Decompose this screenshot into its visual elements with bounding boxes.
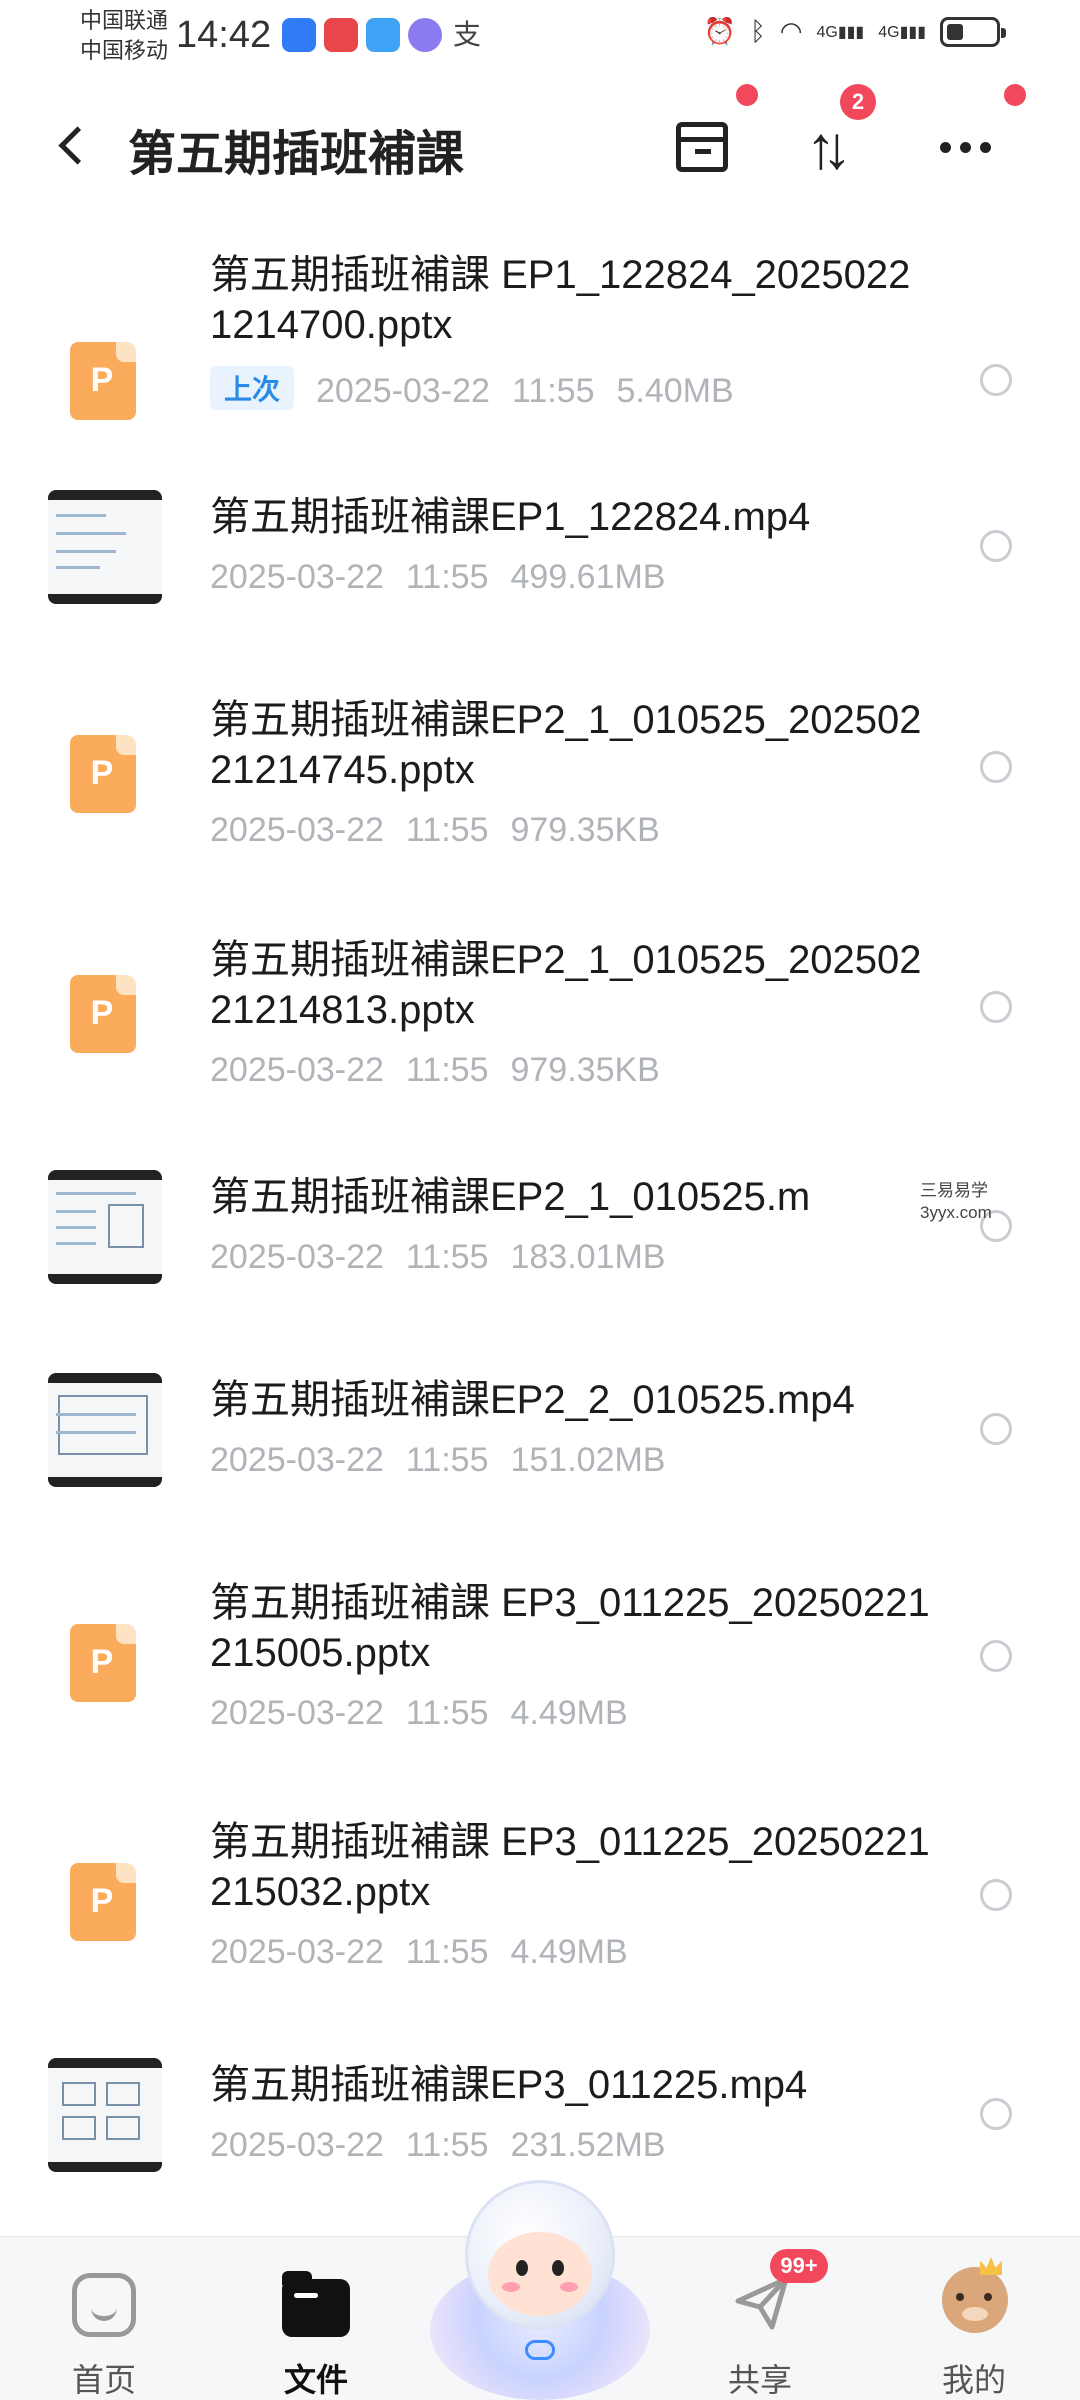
signal-2-icon: 4G▮▮▮ <box>878 23 926 41</box>
file-row[interactable]: P 第五期插班補課EP2_1_010525_20250221214745.ppt… <box>0 695 1080 895</box>
nav-share-label: 共享 <box>727 2362 792 2398</box>
file-name: 第五期插班補課 EP3_011225_20250221215005.pptx <box>210 1581 930 1675</box>
select-radio[interactable] <box>980 2098 1012 2130</box>
file-name: 第五期插班補課EP2_2_010525.mp4 <box>210 1378 855 1422</box>
select-radio[interactable] <box>980 991 1012 1023</box>
share-badge: 99+ <box>770 2249 828 2283</box>
video-thumbnail <box>48 1170 162 1284</box>
back-button[interactable] <box>50 120 100 170</box>
app-header: 第五期插班補課 ↑↓ 2 <box>0 84 1080 200</box>
video-thumbnail <box>48 1373 162 1487</box>
file-row[interactable]: P 第五期插班補課 EP3_011225_20250221215005.pptx… <box>0 1578 1080 1778</box>
select-radio[interactable] <box>980 1413 1012 1445</box>
signal-1-icon: 4G▮▮▮ <box>816 23 865 41</box>
sort-icon: ↑↓ <box>806 114 852 181</box>
pptx-file-icon: P <box>70 1863 136 1941</box>
nav-home-label: 首页 <box>71 2362 136 2398</box>
file-name: 第五期插班補課 EP1_122824_20250221214700.pptx <box>210 253 911 347</box>
file-name: 第五期插班補課EP2_1_010525_20250221214745.pptx <box>210 698 922 792</box>
select-radio[interactable] <box>980 364 1012 396</box>
file-meta: 2025-03-22 11:55 4.49MB <box>210 1694 628 1732</box>
more-button[interactable] <box>930 112 1000 182</box>
status-clock: 14:42 <box>176 14 272 56</box>
archive-button[interactable] <box>668 112 738 182</box>
more-icon <box>930 112 1000 182</box>
nav-files-label: 文件 <box>283 2362 348 2398</box>
carrier-1: 中国联通 <box>80 8 169 33</box>
nav-home[interactable]: 首页 <box>34 2255 174 2398</box>
battery-icon <box>940 16 1006 47</box>
file-row[interactable]: 第五期插班補課EP2_1_010525.m 2025-03-22 11:55 183… <box>0 1170 1080 1320</box>
alipay-notification-icon: 支 <box>452 19 481 50</box>
mascot-face <box>488 2232 592 2316</box>
file-meta: 2025-03-22 11:55 183.01MB <box>210 1238 666 1276</box>
nav-mine[interactable]: 我的 <box>904 2255 1044 2398</box>
cloud-logo-icon <box>525 2340 555 2360</box>
carrier-names: 中国联通 中国移动 <box>80 6 168 66</box>
file-name: 第五期插班補課 EP3_011225_20250221215032.pptx <box>210 1820 930 1914</box>
file-row[interactable]: P 第五期插班補課 EP3_011225_20250221215032.pptx… <box>0 1817 1080 2017</box>
file-meta: 2025-03-22 11:55 979.35KB <box>210 1051 660 1089</box>
file-meta: 2025-03-22 11:55 979.35KB <box>210 811 660 849</box>
pptx-file-icon: P <box>70 342 136 420</box>
nav-mine-label: 我的 <box>941 2362 1006 2398</box>
archive-notify-dot <box>736 84 758 106</box>
file-meta: 2025-03-22 11:55 499.61MB <box>210 558 666 596</box>
pptx-file-icon: P <box>70 975 136 1053</box>
home-icon <box>72 2273 136 2337</box>
nav-files[interactable]: 文件 <box>246 2255 386 2398</box>
video-thumbnail <box>48 490 162 604</box>
file-meta: 2025-03-22 11:55 231.52MB <box>210 2126 666 2164</box>
video-thumbnail <box>48 2058 162 2172</box>
file-name: 第五期插班補課EP3_011225.mp4 <box>210 2063 808 2107</box>
app-notification-icon <box>282 18 316 52</box>
alarm-icon: ⏰ <box>703 16 737 46</box>
file-row[interactable]: 第五期插班補課EP1_122824.mp4 2025-03-22 11:55 499… <box>0 490 1080 640</box>
wifi-icon: ◠ <box>779 16 803 46</box>
file-row[interactable]: P 第五期插班補課 EP1_122824_20250221214700.pptx… <box>0 250 1080 450</box>
last-opened-badge: 上次 <box>210 366 295 410</box>
file-name: 第五期插班補課EP2_1_010525_20250221214813.pptx <box>210 938 922 1032</box>
file-name: 第五期插班補課EP2_1_010525.m <box>210 1175 811 1219</box>
huawei-notification-icon <box>324 18 358 52</box>
archive-icon <box>676 122 728 172</box>
select-radio[interactable] <box>980 1640 1012 1672</box>
file-meta: 2025-03-22 11:55 151.02MB <box>210 1441 666 1479</box>
more-notify-dot <box>1004 84 1026 106</box>
page-title: 第五期插班補課 <box>128 128 465 181</box>
sort-badge: 2 <box>840 84 876 120</box>
file-meta: 2025-03-22 11:55 4.49MB <box>210 1933 628 1971</box>
bluetooth-icon: ᛒ <box>750 16 766 46</box>
sort-button[interactable]: ↑↓ <box>796 112 866 182</box>
file-row[interactable]: P 第五期插班補課EP2_1_010525_20250221214813.ppt… <box>0 935 1080 1135</box>
status-bar: 中国联通 中国移动 14:42 支 ⏰ ᛒ ◠ 4G▮▮▮ 4G▮▮▮ <box>0 0 1080 80</box>
pptx-file-icon: P <box>70 735 136 813</box>
select-radio[interactable] <box>980 530 1012 562</box>
nav-share[interactable]: 99+ 共享 <box>690 2249 830 2398</box>
avatar <box>942 2267 1008 2333</box>
site-watermark: 三易易学 3yyx.com <box>920 1181 992 1222</box>
file-meta: 上次 2025-03-22 11:55 5.40MB <box>210 366 756 411</box>
pptx-file-icon: P <box>70 1624 136 1702</box>
music-notification-icon <box>408 18 442 52</box>
file-row[interactable]: 第五期插班補課EP2_2_010525.mp4 2025-03-22 11:55 1… <box>0 1373 1080 1523</box>
folder-icon <box>282 2271 350 2337</box>
select-radio[interactable] <box>980 751 1012 783</box>
select-radio[interactable] <box>980 1879 1012 1911</box>
carrier-2: 中国移动 <box>80 38 169 63</box>
crown-icon <box>980 2257 1002 2275</box>
file-name: 第五期插班補課EP1_122824.mp4 <box>210 495 811 539</box>
status-icons: ⏰ ᛒ ◠ 4G▮▮▮ 4G▮▮▮ <box>703 16 1006 47</box>
weather-notification-icon <box>366 18 400 52</box>
assistant-mascot-button[interactable] <box>430 2170 650 2400</box>
